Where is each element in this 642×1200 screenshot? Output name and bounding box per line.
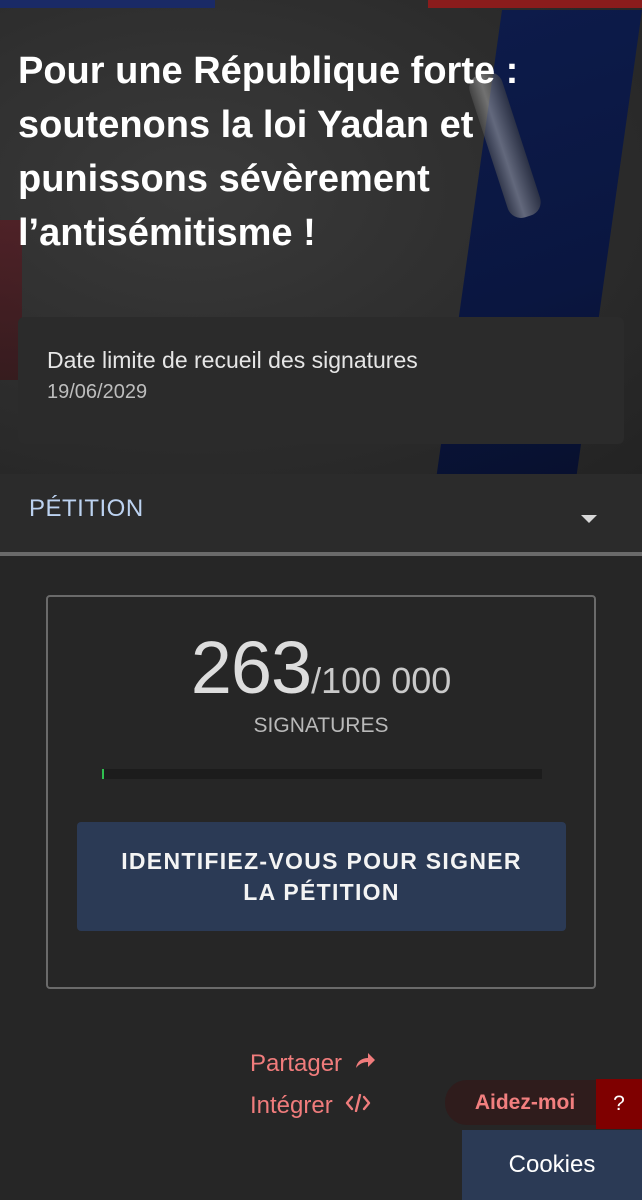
section-label: PÉTITION: [29, 495, 144, 522]
share-link[interactable]: Partager: [250, 1050, 376, 1078]
flag-stripe-red: [428, 0, 642, 8]
sign-in-to-sign-button[interactable]: IDENTIFIEZ-VOUS POUR SIGNER LA PÉTITION: [77, 822, 566, 931]
signature-count: 263: [190, 626, 312, 709]
code-icon: [345, 1093, 371, 1118]
signature-progress-bar: [102, 769, 542, 779]
deadline-label: Date limite de recueil des signatures: [47, 347, 418, 373]
chevron-down-icon[interactable]: [581, 515, 597, 523]
hero-banner: Pour une République forte : soutenons la…: [0, 0, 642, 474]
signature-goal: /100 000: [311, 660, 452, 701]
petition-section-toggle[interactable]: PÉTITION: [0, 474, 642, 556]
flag-stripe-blue: [0, 0, 215, 8]
embed-label: Intégrer: [250, 1092, 333, 1119]
help-question-icon[interactable]: ?: [596, 1079, 642, 1129]
signature-label: SIGNATURES: [253, 714, 389, 737]
embed-link[interactable]: Intégrer: [250, 1092, 371, 1120]
petition-page: Pour une République forte : soutenons la…: [0, 0, 642, 1200]
signature-box: 263/100 000 SIGNATURES IDENTIFIEZ-VOUS P…: [46, 595, 596, 989]
share-label: Partager: [250, 1050, 343, 1077]
deadline-card: Date limite de recueil des signatures 19…: [18, 317, 624, 444]
signature-progress-fill: [102, 769, 104, 779]
signature-counter: 263/100 000: [48, 625, 594, 710]
help-button[interactable]: Aidez-moi: [445, 1080, 605, 1125]
petition-title: Pour une République forte : soutenons la…: [18, 50, 519, 254]
help-label: Aidez-moi: [474, 1090, 576, 1114]
share-arrow-icon: [354, 1052, 376, 1076]
cookies-button[interactable]: Cookies: [462, 1130, 642, 1200]
deadline-date: 19/06/2029: [47, 381, 148, 403]
